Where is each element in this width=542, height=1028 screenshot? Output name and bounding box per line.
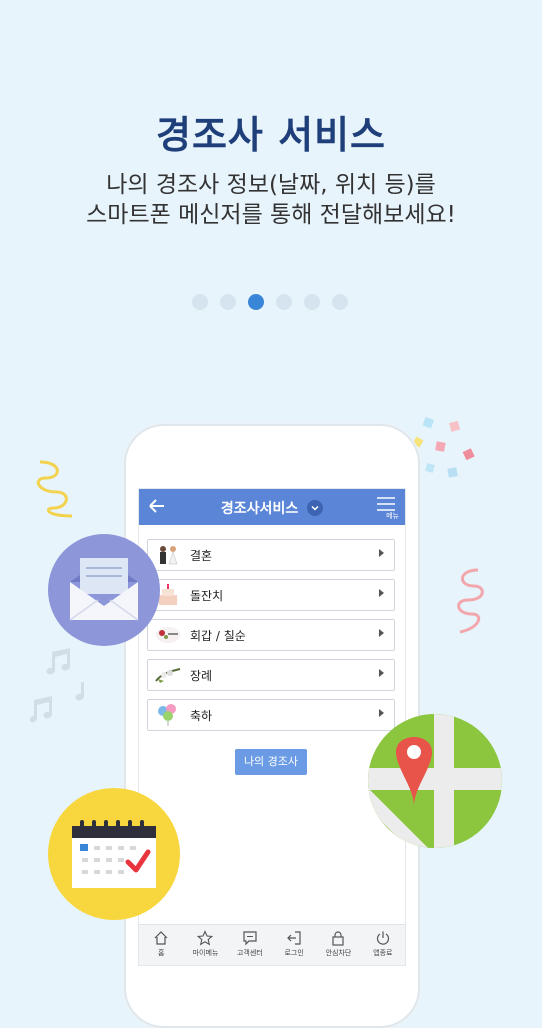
nav-item-home[interactable]: 홈 [139,925,183,965]
nav-item-my-menu[interactable]: 마이메뉴 [183,925,227,965]
map-pin-icon [368,714,502,848]
app-header: 경조사서비스 메뉴 [139,489,405,525]
funeral-flower-icon [155,668,181,683]
page-dot[interactable] [304,294,320,310]
nav-label: 고객센터 [236,949,263,957]
page-indicator [192,294,348,310]
list-item-funeral[interactable]: 장례 [147,659,395,691]
page-dot[interactable] [220,294,236,310]
list-item-congratulation[interactable]: 축하 [147,699,395,731]
page-dot-active[interactable] [248,294,264,310]
nav-item-safe-block[interactable]: 안심차단 [316,925,360,965]
map-circle [368,714,502,848]
nav-item-customer-center[interactable]: 고객센터 [228,925,272,965]
subtitle-line-1: 나의 경조사 정보(날짜, 위치 등)를 [106,172,436,198]
balloons-icon [158,704,176,726]
nav-label: 안심차단 [325,949,352,957]
chevron-down-icon[interactable] [307,500,324,516]
list-item-label: 회갑 / 칠순 [190,629,246,643]
subtitle-line-2: 스마트폰 메신저를 통해 전달해보세요! [86,202,456,228]
confetti-icon [412,416,475,478]
calendar-icon [72,820,156,888]
nav-label: 앱종료 [373,949,393,957]
list-item-label: 돌잔치 [190,589,224,603]
ribbon-pink-icon [457,568,484,634]
app-title: 경조사서비스 [220,501,299,517]
nav-label: 로그인 [284,949,304,957]
mail-circle [48,534,160,646]
chevron-right-icon [379,549,384,557]
lock-icon [332,931,345,946]
chat-icon [243,931,257,946]
nav-label: 홈 [157,949,165,957]
chevron-right-icon [379,629,384,637]
list-item-label: 축하 [190,709,213,723]
home-icon [154,931,168,945]
chevron-right-icon [379,589,384,597]
nav-item-exit-app[interactable]: 앱종료 [361,925,405,965]
star-icon [197,930,214,946]
list-item-label: 장례 [190,669,213,683]
app-title-wrap[interactable]: 경조사서비스 [139,498,405,518]
chevron-right-icon [379,709,384,717]
my-events-button[interactable]: 나의 경조사 [235,749,307,775]
list-item-anniversary[interactable]: 회갑 / 칠순 [147,619,395,651]
chevron-right-icon [379,669,384,677]
list-item-wedding[interactable]: 결혼 [147,539,395,571]
event-list: 결혼 돌잔치 회갑 / 칠순 장례 축하 [147,539,395,739]
page-dot[interactable] [192,294,208,310]
envelope-icon [69,558,139,621]
login-icon [287,931,301,945]
power-icon [376,931,389,945]
menu-label: 메뉴 [386,512,399,520]
calendar-circle [48,788,180,920]
list-item-first-birthday[interactable]: 돌잔치 [147,579,395,611]
list-item-label: 결혼 [190,549,213,563]
page-subtitle: 나의 경조사 정보(날짜, 위치 등)를 스마트폰 메신저를 통해 전달해보세요… [0,170,542,230]
page-dot[interactable] [276,294,292,310]
music-notes-icon [30,648,84,723]
ribbon-yellow-icon [36,460,73,518]
nav-item-login[interactable]: 로그인 [272,925,316,965]
page-dot[interactable] [332,294,348,310]
bottom-nav: 홈 마이메뉴 고객센터 로그인 안심차단 앱종료 [139,924,405,965]
page-title: 경조사 서비스 [156,113,386,157]
nav-label: 마이메뉴 [192,949,219,957]
